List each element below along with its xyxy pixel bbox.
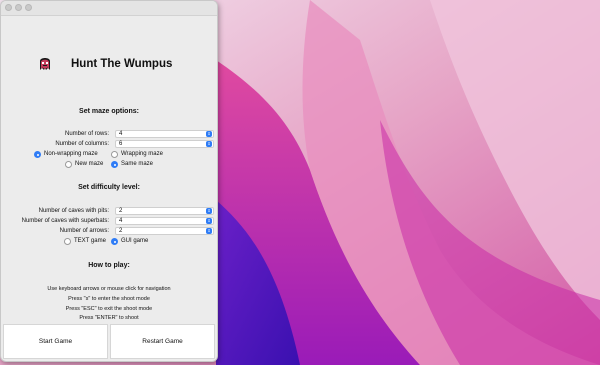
howto-line-4: Press "ENTER" to shoot [79,315,139,321]
howto-heading: How to play: [88,262,130,269]
window-titlebar [1,1,217,16]
arrows-label: Number of arrows: [59,228,109,234]
cols-spinner[interactable]: 6 ⇕ [115,140,214,148]
howto-line-1: Use keyboard arrows or mouse click for n… [47,286,171,292]
non-wrapping-radio[interactable] [34,151,41,158]
wumpus-monster-icon [40,58,50,70]
wrapping-label: Wrapping maze [121,151,163,157]
gui-game-label: GUI game [121,238,149,244]
minimize-window-button[interactable] [15,4,22,11]
rows-label: Number of rows: [64,131,109,137]
arrows-value: 2 [119,228,123,234]
arrows-spinner[interactable]: 2 ⇕ [115,227,214,235]
rows-value: 4 [119,131,123,137]
cols-value: 6 [119,141,123,147]
maze-options-heading: Set maze options: [79,108,139,115]
pits-value: 2 [119,208,123,214]
text-game-label: TEXT game [74,238,106,244]
rows-stepper-icon[interactable]: ⇕ [206,131,212,137]
app-window: Hunt The Wumpus Set maze options: Number… [0,0,218,362]
cols-stepper-icon[interactable]: ⇕ [206,141,212,147]
same-maze-radio[interactable] [111,161,118,168]
pits-spinner[interactable]: 2 ⇕ [115,207,214,215]
app-title: Hunt The Wumpus [71,58,173,70]
same-maze-label: Same maze [121,161,154,167]
new-maze-radio[interactable] [65,161,72,168]
close-window-button[interactable] [5,4,12,11]
superbats-stepper-icon[interactable]: ⇕ [206,218,212,224]
superbats-label: Number of caves with superbats: [21,218,109,224]
cols-label: Number of columns: [55,141,109,147]
rows-spinner[interactable]: 4 ⇕ [115,130,214,138]
howto-line-2: Press "s" to enter the shoot mode [68,296,150,302]
howto-line-3: Press "ESC" to exit the shoot mode [65,306,153,312]
difficulty-heading: Set difficulty level: [78,184,140,191]
arrows-stepper-icon[interactable]: ⇕ [206,228,212,234]
zoom-window-button[interactable] [25,4,32,11]
wrapping-radio[interactable] [111,151,118,158]
restart-game-button[interactable]: Restart Game [110,324,215,359]
start-game-button[interactable]: Start Game [3,324,108,359]
pits-label: Number of caves with pits: [38,208,109,214]
non-wrapping-label: Non-wrapping maze [44,151,98,157]
superbats-spinner[interactable]: 4 ⇕ [115,217,214,225]
superbats-value: 4 [119,218,123,224]
pits-stepper-icon[interactable]: ⇕ [206,208,212,214]
new-maze-label: New maze [75,161,104,167]
gui-game-radio[interactable] [111,238,118,245]
text-game-radio[interactable] [64,238,71,245]
